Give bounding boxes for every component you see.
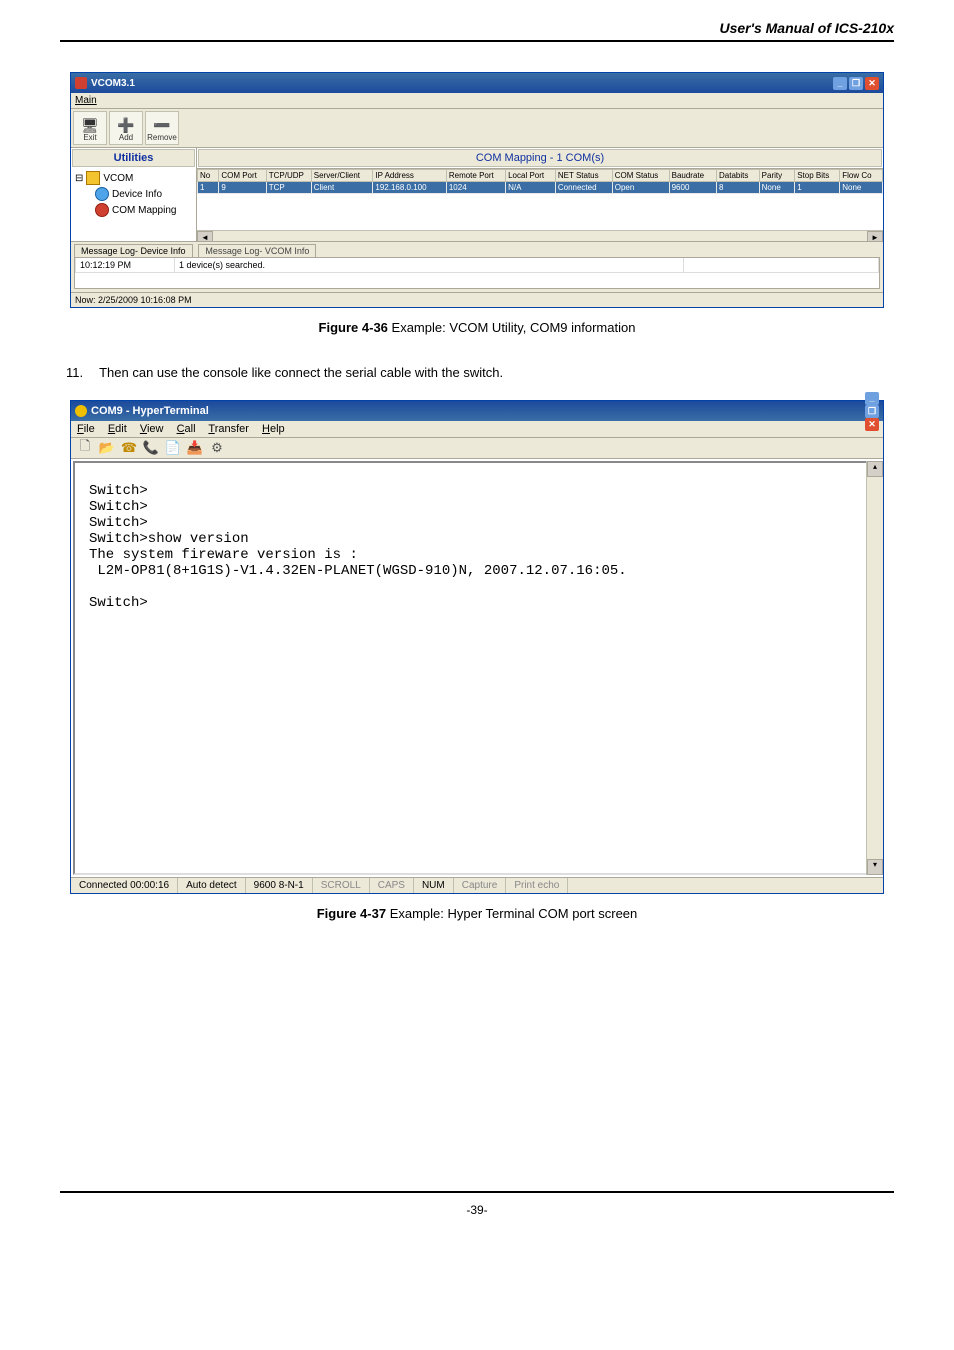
h-scrollbar[interactable]: ◄ ►	[197, 230, 883, 241]
utilities-header: Utilities	[72, 149, 195, 167]
status-capture: Capture	[454, 878, 507, 893]
menu-transfer[interactable]: Transfer	[208, 423, 249, 435]
ht-close-button[interactable]: ✕	[865, 418, 879, 431]
ht-statusbar: Connected 00:00:16 Auto detect 9600 8-N-…	[71, 877, 883, 893]
properties-icon[interactable]: ⚙	[209, 440, 225, 456]
log-tab-vcom[interactable]: Message Log- VCOM Info	[198, 244, 316, 257]
exit-icon: 🖥	[80, 117, 100, 133]
step-text: Then can use the console like connect th…	[99, 365, 503, 380]
table-header-row: NoCOM PortTCP/UDP Server/ClientIP Addres…	[198, 170, 883, 182]
page-number: -39-	[60, 1203, 894, 1217]
tree-device-info[interactable]: Device Info	[75, 186, 192, 202]
step-11: 11. Then can use the console like connec…	[66, 365, 894, 380]
figure-caption-2: Figure 4-37 Example: Hyper Terminal COM …	[60, 906, 894, 921]
status-connected: Connected 00:00:16	[71, 878, 178, 893]
ht-toolbar: 🗋 📂 ☎ 📞 📄 📥 ⚙	[71, 438, 883, 459]
receive-icon[interactable]: 📥	[187, 440, 203, 456]
terminal-output[interactable]: Switch> Switch> Switch> Switch>show vers…	[73, 461, 881, 875]
open-icon[interactable]: 📂	[99, 440, 115, 456]
vcom-statusbar: Now: 2/25/2009 10:16:08 PM	[71, 292, 883, 307]
tree-root[interactable]: ⊟ VCOM	[75, 170, 192, 186]
remove-button[interactable]: ➖Remove	[145, 111, 179, 145]
log-tab-device[interactable]: Message Log- Device Info	[74, 244, 193, 257]
figure-caption-1: Figure 4-36 Example: VCOM Utility, COM9 …	[60, 320, 894, 335]
maximize-button[interactable]: ❐	[849, 77, 863, 90]
remove-icon: ➖	[152, 117, 172, 133]
scroll-right-icon[interactable]: ►	[867, 231, 883, 242]
status-num: NUM	[414, 878, 454, 893]
menu-file[interactable]: File	[77, 423, 95, 435]
vcom-toolbar: 🖥Exit ➕Add ➖Remove	[71, 109, 883, 148]
ht-app-icon	[75, 405, 87, 417]
vcom-menubar: Main	[71, 93, 883, 109]
status-detect: Auto detect	[178, 878, 246, 893]
exit-button[interactable]: 🖥Exit	[73, 111, 107, 145]
minimize-button[interactable]: _	[833, 77, 847, 90]
log-tabs: Message Log- Device Info Message Log- VC…	[71, 241, 883, 289]
menu-view[interactable]: View	[140, 423, 164, 435]
menu-edit[interactable]: Edit	[108, 423, 127, 435]
status-scroll: SCROLL	[313, 878, 370, 893]
menu-main[interactable]: Main	[75, 95, 97, 106]
mapping-header: COM Mapping - 1 COM(s)	[198, 149, 882, 167]
com-icon	[95, 203, 109, 217]
new-icon[interactable]: 🗋	[77, 440, 93, 456]
connect-icon[interactable]: ☎	[121, 440, 137, 456]
app-icon	[75, 77, 87, 89]
scroll-left-icon[interactable]: ◄	[197, 231, 213, 242]
log-row: 10:12:19 PM 1 device(s) searched.	[76, 258, 879, 273]
table-row[interactable]: 19TCP Client192.168.0.1001024 N/AConnect…	[198, 182, 883, 194]
header-rule	[60, 40, 894, 42]
utilities-pane: Utilities ⊟ VCOM Device Info COM Mapping	[71, 148, 197, 241]
scroll-up-icon[interactable]: ▴	[867, 461, 883, 477]
folder-icon	[86, 171, 100, 185]
ht-maximize-button[interactable]: ❐	[865, 405, 879, 418]
ht-titlebar: COM9 - HyperTerminal _ ❐ ✕	[71, 401, 883, 421]
utilities-tree[interactable]: ⊟ VCOM Device Info COM Mapping	[71, 168, 196, 220]
tree-com-mapping[interactable]: COM Mapping	[75, 202, 192, 218]
vcom-window: VCOM3.1 _ ❐ ✕ Main 🖥Exit ➕Add ➖Remove Ut…	[70, 72, 884, 308]
ht-title-text: COM9 - HyperTerminal	[91, 405, 209, 417]
mapping-table[interactable]: NoCOM PortTCP/UDP Server/ClientIP Addres…	[197, 169, 883, 230]
scroll-down-icon[interactable]: ▾	[867, 859, 883, 875]
disconnect-icon[interactable]: 📞	[143, 440, 159, 456]
vcom-titlebar: VCOM3.1 _ ❐ ✕	[71, 73, 883, 93]
log-body: 10:12:19 PM 1 device(s) searched.	[74, 257, 880, 289]
step-number: 11.	[66, 365, 83, 380]
doc-header: User's Manual of ICS-210x	[60, 20, 894, 40]
menu-call[interactable]: Call	[177, 423, 196, 435]
ht-minimize-button[interactable]: _	[865, 392, 879, 405]
status-params: 9600 8-N-1	[246, 878, 313, 893]
close-button[interactable]: ✕	[865, 77, 879, 90]
mapping-pane: COM Mapping - 1 COM(s) NoCOM PortTCP/UDP…	[197, 148, 883, 241]
hyperterminal-window: COM9 - HyperTerminal _ ❐ ✕ File Edit Vie…	[70, 400, 884, 894]
add-icon: ➕	[116, 117, 136, 133]
status-echo: Print echo	[506, 878, 568, 893]
send-icon[interactable]: 📄	[165, 440, 181, 456]
footer-rule	[60, 1191, 894, 1193]
add-button[interactable]: ➕Add	[109, 111, 143, 145]
ht-menubar: File Edit View Call Transfer Help	[71, 421, 883, 438]
ht-v-scrollbar[interactable]: ▴ ▾	[866, 461, 883, 875]
vcom-title: VCOM3.1	[91, 78, 135, 89]
menu-help[interactable]: Help	[262, 423, 285, 435]
globe-icon	[95, 187, 109, 201]
status-caps: CAPS	[370, 878, 414, 893]
